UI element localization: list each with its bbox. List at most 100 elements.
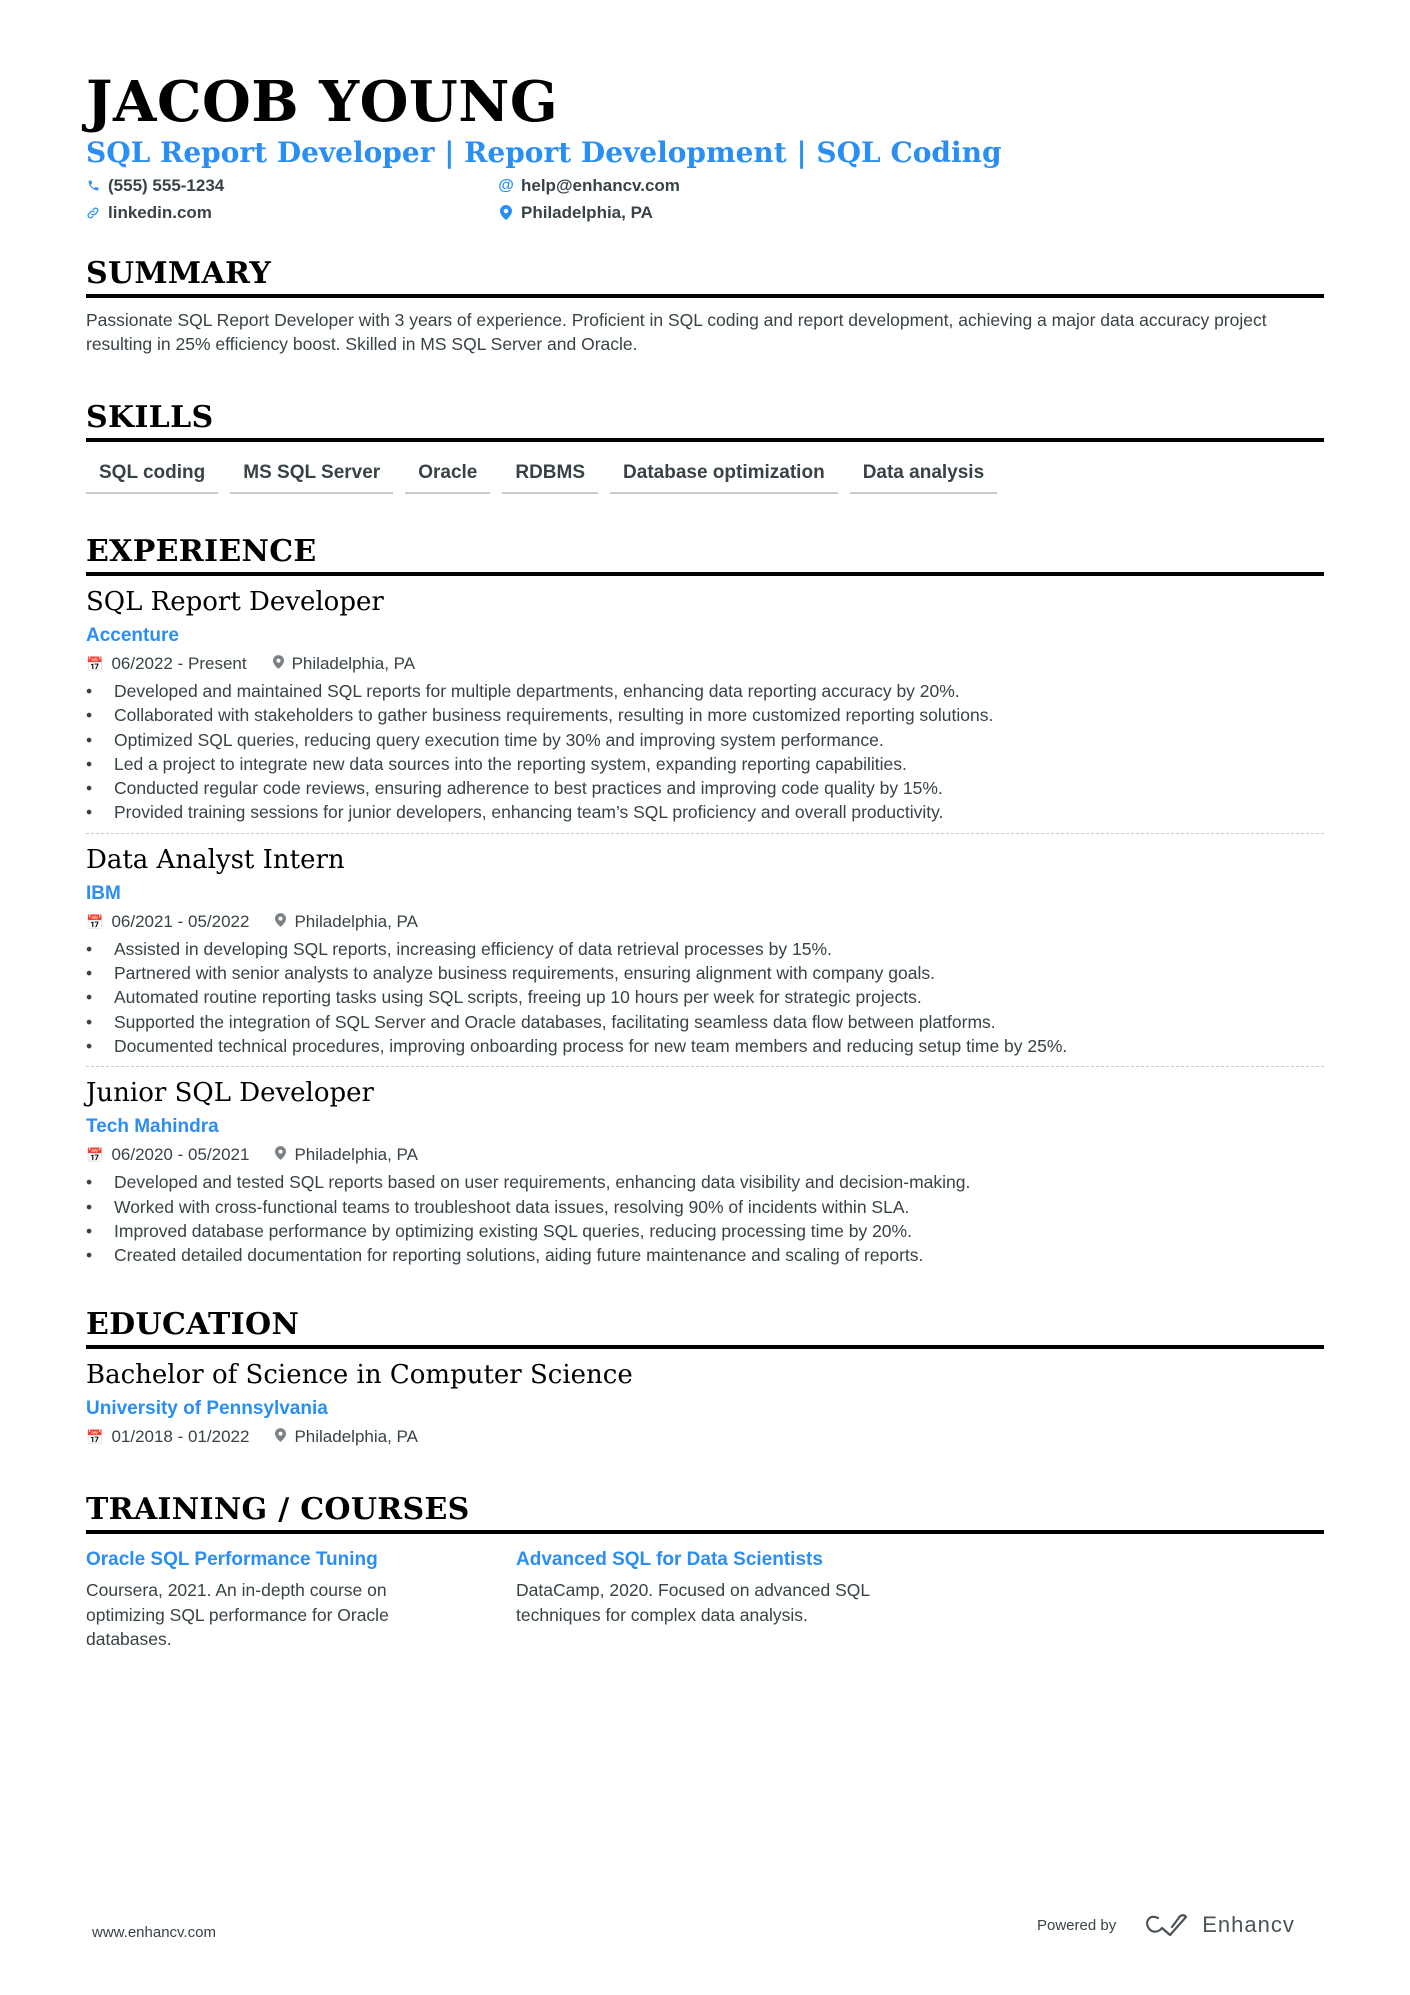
job-dates: 06/2021 - 05/2022 <box>111 911 250 931</box>
entry-divider <box>86 1066 1324 1068</box>
enhancv-brand-name: Enhancv <box>1202 1912 1295 1937</box>
summary-text: Passionate SQL Report Developer with 3 y… <box>86 310 1267 354</box>
skill-tag: Oracle <box>405 458 491 494</box>
section-rule <box>86 1530 1324 1535</box>
education-location: Philadelphia, PA <box>294 1427 418 1447</box>
job-location: Philadelphia, PA <box>294 1145 418 1165</box>
bullet-item: Developed and tested SQL reports based o… <box>86 1170 1324 1195</box>
job-meta: 📅 06/2021 - 05/2022 Philadelphia, PA <box>86 911 1324 933</box>
skill-tag: Data analysis <box>849 458 998 494</box>
bullet-item: Assisted in developing SQL reports, incr… <box>86 937 1324 962</box>
experience-entry: Junior SQL Developer Tech Mahindra 📅 06/… <box>86 1077 1324 1267</box>
bullet-item: Provided training sessions for junior de… <box>86 800 1324 825</box>
contact-list: (555) 555-1234 @ help@enhancv.com linked… <box>86 172 1324 226</box>
experience-entry: SQL Report Developer Accenture 📅 06/2022… <box>86 586 1324 834</box>
candidate-headline: SQL Report Developer | Report Developmen… <box>86 136 1002 169</box>
contact-phone-value: (555) 555-1234 <box>108 175 225 195</box>
at-icon: @ <box>498 176 514 194</box>
bullet-item: Developed and maintained SQL reports for… <box>86 679 1324 704</box>
candidate-name: JACOB YOUNG <box>86 69 559 135</box>
course-description: DataCamp, 2020. Focused on advanced SQL … <box>516 1580 870 1625</box>
contact-email[interactable]: @ help@enhancv.com <box>498 172 912 199</box>
school-name: University of Pennsylvania <box>86 1398 328 1420</box>
bullet-item: Collaborated with stakeholders to gather… <box>86 703 1324 728</box>
resume-header: JACOB YOUNG SQL Report Developer | Repor… <box>86 70 1324 226</box>
bullet-item: Documented technical procedures, improvi… <box>86 1034 1324 1059</box>
location-pin-icon <box>272 653 284 675</box>
contact-linkedin-value: linkedin.com <box>108 202 212 222</box>
location-pin-icon <box>275 1144 287 1166</box>
education-dates: 01/2018 - 01/2022 <box>111 1427 250 1447</box>
phone-icon <box>86 179 100 192</box>
calendar-icon: 📅 <box>86 656 104 672</box>
bullet-item: Created detailed documentation for repor… <box>86 1243 1324 1268</box>
degree-title: Bachelor of Science in Computer Science <box>86 1360 633 1391</box>
job-title: Junior SQL Developer <box>86 1078 374 1109</box>
company-name: Tech Mahindra <box>86 1116 219 1138</box>
skill-tag: RDBMS <box>502 458 599 494</box>
company-name: Accenture <box>86 625 179 646</box>
contact-location: Philadelphia, PA <box>499 199 912 226</box>
skills-list: SQL coding MS SQL Server Oracle RDBMS Da… <box>86 458 1324 494</box>
course-item: Oracle SQL Performance Tuning Coursera, … <box>86 1548 516 1652</box>
powered-by-label: Powered by <box>1037 1916 1117 1934</box>
experience-section: EXPERIENCE SQL Report Developer Accentur… <box>86 534 1324 1268</box>
bullet-item: Conducted regular code reviews, ensuring… <box>86 776 1324 801</box>
section-rule <box>86 572 1324 576</box>
bullet-item: Automated routine reporting tasks using … <box>86 985 1324 1010</box>
job-title: SQL Report Developer <box>86 587 384 617</box>
calendar-icon: 📅 <box>86 913 104 930</box>
footer-website[interactable]: www.enhancv.com <box>92 1924 216 1941</box>
section-rule <box>86 438 1324 442</box>
bullet-item: Optimized SQL queries, reducing query ex… <box>86 728 1324 753</box>
bullet-item: Led a project to integrate new data sour… <box>86 752 1324 777</box>
footer-powered-by: Powered by Enhancv <box>1037 1912 1295 1938</box>
section-rule <box>86 1345 1324 1350</box>
course-list: Oracle SQL Performance Tuning Coursera, … <box>86 1548 1324 1652</box>
job-bullets: Assisted in developing SQL reports, incr… <box>86 937 1324 1059</box>
location-pin-icon <box>275 911 287 933</box>
contact-location-value: Philadelphia, PA <box>521 202 653 222</box>
section-title-skills: SKILLS <box>86 400 214 435</box>
training-section: TRAINING / COURSES Oracle SQL Performanc… <box>86 1492 1324 1652</box>
course-title: Advanced SQL for Data Scientists <box>516 1549 823 1571</box>
contact-phone[interactable]: (555) 555-1234 <box>86 172 499 199</box>
course-item: Advanced SQL for Data Scientists DataCam… <box>516 1548 946 1652</box>
section-title-summary: SUMMARY <box>86 256 272 291</box>
job-title: Data Analyst Intern <box>86 844 345 875</box>
bullet-item: Partnered with senior analysts to analyz… <box>86 961 1324 986</box>
job-dates: 06/2022 - Present <box>111 654 247 673</box>
location-pin-icon <box>499 205 513 220</box>
enhancv-logo[interactable]: Enhancv <box>1144 1912 1295 1938</box>
location-pin-icon <box>275 1426 287 1448</box>
resume-page: JACOB YOUNG SQL Report Developer | Repor… <box>86 70 1324 1652</box>
course-description: Coursera, 2021. An in-depth course on op… <box>86 1580 389 1650</box>
entry-divider <box>86 832 1324 834</box>
section-rule <box>86 294 1324 298</box>
enhancv-logo-icon <box>1146 1914 1188 1937</box>
skill-tag: MS SQL Server <box>230 458 394 494</box>
calendar-icon: 📅 <box>86 1429 104 1446</box>
skill-tag: SQL coding <box>86 458 219 494</box>
job-dates: 06/2020 - 05/2021 <box>111 1145 250 1165</box>
job-location: Philadelphia, PA <box>294 911 418 931</box>
section-title-experience: EXPERIENCE <box>86 534 317 569</box>
link-icon <box>86 206 100 220</box>
job-bullets: Developed and maintained SQL reports for… <box>86 679 1324 825</box>
job-bullets: Developed and tested SQL reports based o… <box>86 1170 1324 1267</box>
bullet-item: Supported the integration of SQL Server … <box>86 1010 1324 1035</box>
contact-email-value: help@enhancv.com <box>521 175 680 195</box>
bullet-item: Worked with cross-functional teams to tr… <box>86 1195 1324 1220</box>
skill-tag: Database optimization <box>610 458 838 494</box>
job-location: Philadelphia, PA <box>291 654 416 673</box>
experience-entry: Data Analyst Intern IBM 📅 06/2021 - 05/2… <box>86 844 1324 1068</box>
calendar-icon: 📅 <box>86 1147 104 1164</box>
education-meta: 📅 01/2018 - 01/2022 Philadelphia, PA <box>86 1426 1324 1448</box>
job-meta: 📅 06/2020 - 05/2021 Philadelphia, PA <box>86 1144 1324 1166</box>
company-name: IBM <box>86 882 121 904</box>
summary-section: SUMMARY Passionate SQL Report Developer … <box>86 256 1324 356</box>
job-meta: 📅 06/2022 - Present Philadelphia, PA <box>86 653 1324 675</box>
bullet-item: Improved database performance by optimiz… <box>86 1219 1324 1244</box>
contact-linkedin[interactable]: linkedin.com <box>86 199 499 226</box>
course-title: Oracle SQL Performance Tuning <box>86 1549 378 1571</box>
